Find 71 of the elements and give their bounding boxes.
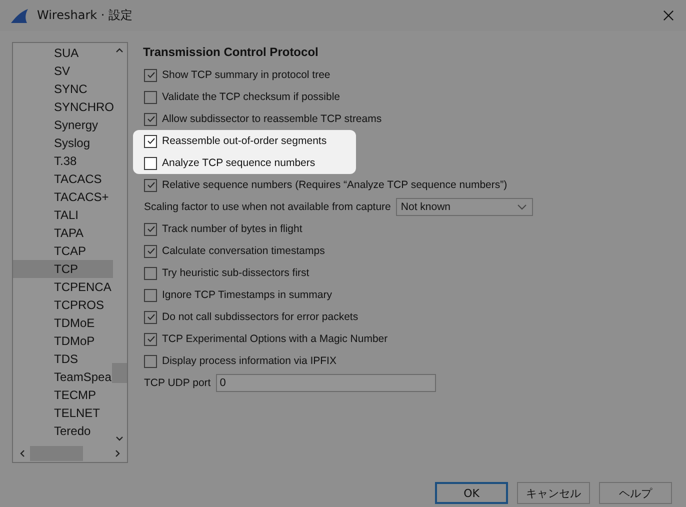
checkbox[interactable] xyxy=(144,156,157,170)
checkbox-label: TCP Experimental Options with a Magic Number xyxy=(162,333,388,345)
protocol-item[interactable]: Teredo xyxy=(13,422,113,440)
dialog-button[interactable]: ヘルプ xyxy=(599,482,672,504)
scrollbar-thumb[interactable] xyxy=(112,363,126,383)
protocol-item[interactable]: TeamSpea xyxy=(13,368,113,386)
shark-fin-icon xyxy=(10,8,30,24)
checkbox[interactable] xyxy=(144,134,157,148)
protocol-item[interactable]: SYNCHRO xyxy=(13,98,113,116)
checkmark-icon xyxy=(146,312,156,322)
checkbox-label: Display process information via IPFIX xyxy=(162,355,336,367)
checkbox-label: Relative sequence numbers (Requires “Analyze TCP sequence numbers”) xyxy=(162,179,508,191)
protocol-item[interactable]: SUA xyxy=(13,44,113,62)
checkmark-icon xyxy=(146,334,156,344)
dialog-button[interactable]: キャンセル xyxy=(517,482,590,504)
field-label: Scaling factor to use when not available from capture xyxy=(144,201,391,213)
protocol-item[interactable]: TCP xyxy=(13,260,113,278)
checkbox-label: Track number of bytes in flight xyxy=(162,223,302,235)
field-label: TCP UDP port xyxy=(144,377,211,389)
checkmark-icon xyxy=(146,246,156,256)
window-title: Wireshark · 設定 xyxy=(37,7,134,24)
protocol-item[interactable]: Synergy xyxy=(13,116,113,134)
close-icon[interactable] xyxy=(663,10,674,21)
checkbox[interactable] xyxy=(144,178,157,192)
checkbox[interactable] xyxy=(144,332,157,346)
checkbox-label: Try heuristic sub-dissectors first xyxy=(162,267,310,279)
checkbox[interactable] xyxy=(144,68,157,82)
protocol-item[interactable]: Syslog xyxy=(13,134,113,152)
protocol-item[interactable]: TALI xyxy=(13,206,113,224)
checkmark-icon xyxy=(146,70,156,80)
checkbox[interactable] xyxy=(144,112,157,126)
checkmark-icon xyxy=(146,180,156,190)
checkbox[interactable] xyxy=(144,244,157,258)
checkmark-icon xyxy=(146,136,156,146)
checkbox[interactable] xyxy=(144,266,157,280)
protocol-item[interactable]: TELNET xyxy=(13,404,113,422)
checkbox[interactable] xyxy=(144,354,157,368)
checkbox-label: Allow subdissector to reassemble TCP streams xyxy=(162,113,382,125)
protocol-item[interactable]: TECMP xyxy=(13,386,113,404)
checkbox-label: Reassemble out-of-order segments xyxy=(162,135,327,147)
checkbox[interactable] xyxy=(144,222,157,236)
checkbox[interactable] xyxy=(144,90,157,104)
section-heading: Transmission Control Protocol xyxy=(142,44,320,61)
protocol-item[interactable]: TCPROS xyxy=(13,296,113,314)
checkbox-label: Ignore TCP Timestamps in summary xyxy=(162,289,332,301)
checkbox-label: Show TCP summary in protocol tree xyxy=(162,69,330,81)
dropdown-value: Not known xyxy=(400,201,450,213)
protocol-item[interactable]: TACACS xyxy=(13,170,113,188)
checkbox-label: Do not call subdissectors for error packets xyxy=(162,311,358,323)
dialog-button[interactable]: OK xyxy=(435,482,508,504)
checkmark-icon xyxy=(146,224,156,234)
dropdown[interactable]: Not known xyxy=(396,198,533,216)
protocol-item[interactable]: TDS xyxy=(13,350,113,368)
checkbox-label: Analyze TCP sequence numbers xyxy=(162,157,316,169)
checkbox[interactable] xyxy=(144,288,157,302)
protocol-item[interactable]: TAPA xyxy=(13,224,113,242)
checkbox-label: Calculate conversation timestamps xyxy=(162,245,325,257)
protocol-item[interactable]: TACACS+ xyxy=(13,188,113,206)
checkmark-icon xyxy=(146,114,156,124)
protocol-item[interactable]: TCAP xyxy=(13,242,113,260)
caret-icon xyxy=(516,204,527,210)
protocol-item[interactable]: TCPENCA xyxy=(13,278,113,296)
protocol-item[interactable]: TDMoP xyxy=(13,332,113,350)
checkbox[interactable] xyxy=(144,310,157,324)
protocol-item[interactable]: TDMoE xyxy=(13,314,113,332)
protocol-item[interactable]: SYNC xyxy=(13,80,113,98)
scrollbar-thumb[interactable] xyxy=(30,446,83,461)
input-field[interactable]: 0 xyxy=(216,374,436,392)
protocol-item[interactable]: T.38 xyxy=(13,152,113,170)
protocol-item[interactable]: SV xyxy=(13,62,113,80)
checkbox-label: Validate the TCP checksum if possible xyxy=(162,91,340,103)
